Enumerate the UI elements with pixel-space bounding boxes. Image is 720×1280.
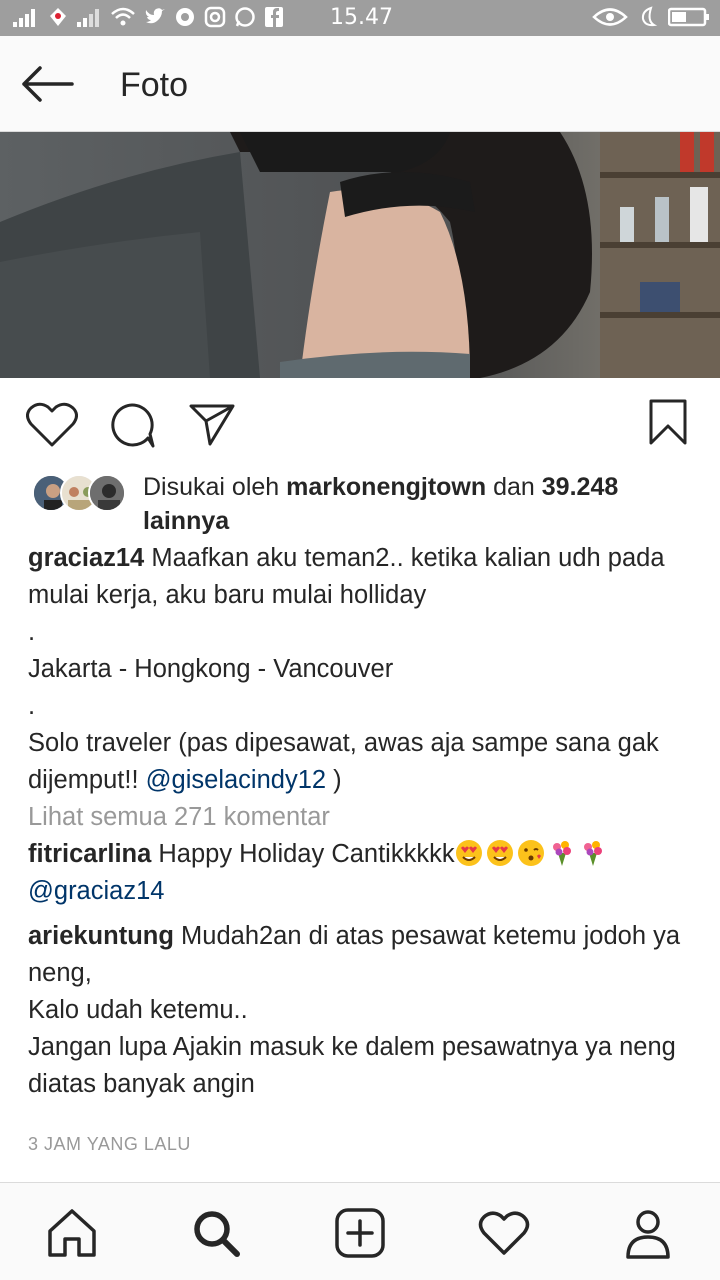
likes-suffix[interactable]: lainnya <box>143 507 229 535</box>
view-all-comments-link[interactable]: Lihat semua 271 komentar <box>28 799 700 836</box>
status-icons-left <box>12 6 284 28</box>
back-arrow-icon[interactable] <box>20 64 74 104</box>
caption-line-3: Solo traveler (pas dipesawat, awas aja s… <box>28 729 659 794</box>
battery-icon <box>668 7 709 27</box>
liker-username[interactable]: markonengjtown <box>286 473 486 501</box>
signal-2-icon <box>77 9 99 27</box>
facebook-icon <box>265 7 283 27</box>
comment-username[interactable]: ariekuntung <box>28 922 174 950</box>
page-title: Foto <box>120 66 189 104</box>
likes-count[interactable]: 39.248 <box>542 473 618 501</box>
notification-app-icon <box>50 8 66 26</box>
caption-close: ) <box>333 766 342 794</box>
moon-icon <box>641 6 658 27</box>
search-icon[interactable] <box>188 1205 244 1261</box>
comment-mention[interactable]: @graciaz14 <box>28 873 700 910</box>
status-bar: 15.47 <box>0 0 720 36</box>
share-paper-plane-icon[interactable] <box>188 402 236 446</box>
emoji-bouquet-icon <box>579 840 610 868</box>
likes-prefix: Disukai oleh <box>143 473 280 501</box>
liker-avatars <box>32 474 128 514</box>
activity-heart-icon[interactable] <box>476 1205 532 1261</box>
caption-dot-2: . <box>28 692 36 720</box>
post-actions <box>0 378 720 468</box>
twitter-icon <box>145 8 165 24</box>
signal-icon <box>13 9 35 27</box>
comment-item: ariekuntung Mudah2an di atas pesawat ket… <box>28 918 700 1103</box>
save-bookmark-icon[interactable] <box>648 398 688 446</box>
status-time: 15.47 <box>330 5 393 30</box>
whatsapp-icon <box>235 7 255 27</box>
emoji-heart-eyes-icon <box>486 840 517 868</box>
likes-connector: dan <box>493 473 535 501</box>
top-app-bar: Foto <box>0 36 720 132</box>
post-timestamp: 3 JAM YANG LALU <box>28 1134 191 1154</box>
profile-icon[interactable] <box>620 1205 676 1261</box>
comment-line-2: Kalo udah ketemu.. <box>28 996 248 1024</box>
status-icons-right <box>592 6 710 28</box>
comment-text: Happy Holiday Cantikkkkk <box>158 840 455 868</box>
emoji-bouquet-icon <box>548 840 579 868</box>
eye-icon <box>592 8 628 26</box>
post-content: graciaz14 Maafkan aku teman2.. ketika ka… <box>28 540 700 1103</box>
emoji-kiss-icon <box>517 840 548 868</box>
like-heart-icon[interactable] <box>26 402 78 448</box>
caption: graciaz14 Maafkan aku teman2.. ketika ka… <box>28 540 700 614</box>
caption-mention[interactable]: @giselacindy12 <box>146 766 326 794</box>
comment-line-3: Jangan lupa Ajakin masuk ke dalem pesawa… <box>28 1033 676 1098</box>
wifi-icon <box>111 7 135 26</box>
caption-line-2: Jakarta - Hongkong - Vancouver <box>28 655 394 683</box>
caption-username[interactable]: graciaz14 <box>28 544 144 572</box>
post-photo[interactable] <box>0 132 720 378</box>
photo-image <box>0 132 720 378</box>
comment-item: fitricarlina Happy Holiday Cantikkkkk @g… <box>28 836 700 910</box>
instagram-icon <box>204 6 226 28</box>
comment-bubble-icon[interactable] <box>108 402 156 448</box>
caption-dot-1: . <box>28 618 36 646</box>
chrome-icon <box>176 8 194 26</box>
avatar[interactable] <box>88 474 126 512</box>
caption-line-3-wrap: Solo traveler (pas dipesawat, awas aja s… <box>28 725 700 799</box>
likes-text: Disukai oleh markonengjtown dan 39.248 l… <box>143 470 703 538</box>
bottom-navigation <box>0 1182 720 1280</box>
comment-username[interactable]: fitricarlina <box>28 840 151 868</box>
add-post-icon[interactable] <box>332 1205 388 1261</box>
emoji-heart-eyes-icon <box>455 840 486 868</box>
home-icon[interactable] <box>44 1205 100 1261</box>
